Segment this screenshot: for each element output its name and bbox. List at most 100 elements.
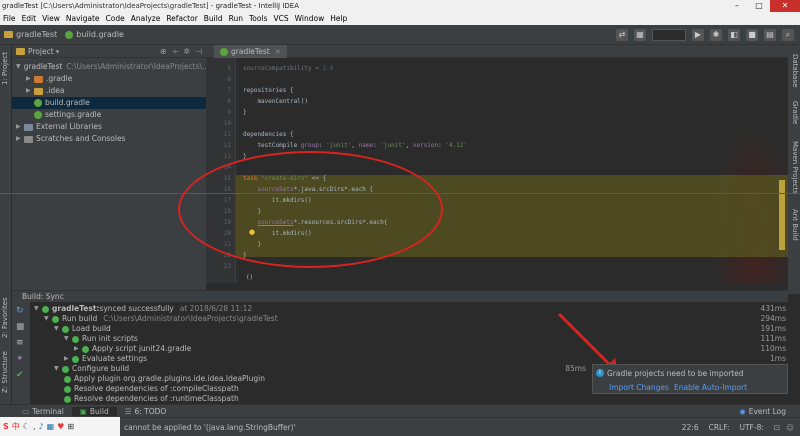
build-row[interactable]: ▼ Run build C:\Users\Administrator\IdeaP… <box>44 314 278 324</box>
chevron-down-icon[interactable]: ▼ <box>64 334 72 344</box>
minimize-icon[interactable]: – <box>726 0 748 12</box>
import-changes-link[interactable]: Import Changes <box>609 383 669 392</box>
chevron-right-icon[interactable]: ▶ <box>16 133 24 145</box>
inspector-icon[interactable]: ☺ <box>786 423 794 432</box>
chevron-down-icon[interactable]: ▼ <box>34 304 42 314</box>
tab-event-log[interactable]: ◉ Event Log <box>731 407 794 416</box>
menu-analyze[interactable]: Analyze <box>131 12 161 25</box>
tab-todo[interactable]: ☰ 6: TODO <box>117 407 175 416</box>
tab-project[interactable]: 1: Project <box>1 49 11 89</box>
menu-code[interactable]: Code <box>106 12 125 25</box>
breadcrumb-file[interactable]: build.gradle <box>65 30 124 39</box>
breadcrumb-project[interactable]: gradleTest <box>4 30 57 39</box>
menu-window[interactable]: Window <box>295 12 325 25</box>
menu-view[interactable]: View <box>42 12 60 25</box>
code-line: mavenCentral() <box>243 98 309 105</box>
build-row[interactable]: Resolve dependencies of :runtimeClasspat… <box>64 394 239 404</box>
enable-auto-import-link[interactable]: Enable Auto-Import <box>674 383 747 392</box>
build-row[interactable]: ▶ Evaluate settings <box>64 354 147 364</box>
chevron-down-icon[interactable]: ▼ <box>44 314 52 324</box>
search-icon[interactable]: ⌕ <box>782 29 794 41</box>
sync-icon[interactable]: ⊕ <box>160 47 167 56</box>
project-panel-title[interactable]: Project <box>28 47 54 56</box>
tree-item-settings-gradle[interactable]: settings.gradle <box>34 109 101 121</box>
tree-item-gradle-dir[interactable]: ▶ .gradle <box>26 73 72 85</box>
collapse-icon[interactable]: ÷ <box>172 47 179 56</box>
maximize-icon[interactable]: □ <box>748 0 770 12</box>
menu-edit[interactable]: Edit <box>22 12 37 25</box>
chevron-right-icon[interactable]: ▶ <box>26 85 34 97</box>
ime-keyboard-icon[interactable]: ▦ <box>47 422 55 431</box>
build-row[interactable]: Apply plugin org.gradle.plugins.ide.idea… <box>64 374 265 384</box>
tab-database[interactable]: Database <box>789 51 799 91</box>
ime-punct-icon[interactable]: , <box>33 422 36 431</box>
build-row[interactable]: ▶ Apply script junit24.gradle <box>74 344 191 354</box>
translate-icon[interactable]: ⇄ <box>616 29 628 41</box>
line-separator[interactable]: CRLF: <box>709 423 730 432</box>
gear-icon[interactable]: ✲ <box>183 47 190 56</box>
stop-icon[interactable]: ■ <box>16 322 25 332</box>
tree-item-scratches[interactable]: ▶ Scratches and Consoles <box>16 133 125 145</box>
menu-vcs[interactable]: VCS <box>273 12 288 25</box>
build-row[interactable]: ▼ gradleTest: synced successfully at 201… <box>34 304 252 314</box>
project-structure-icon[interactable]: ▤ <box>764 29 776 41</box>
tree-item-root[interactable]: ▼ gradleTest C:\Users\Administrator\Idea… <box>16 61 209 73</box>
tab-maven-projects[interactable]: Maven Projects <box>789 137 799 199</box>
chevron-right-icon[interactable]: ▶ <box>74 344 82 354</box>
build-row[interactable]: Resolve dependencies of :compileClasspat… <box>64 384 239 394</box>
tab-ant-build[interactable]: Ant Build <box>789 205 799 245</box>
build-row[interactable]: ▼ Load build <box>54 324 111 334</box>
ime-moon-icon[interactable]: ☾ <box>23 422 30 431</box>
menu-refactor[interactable]: Refactor <box>166 12 197 25</box>
tab-gradle[interactable]: Gradle <box>789 97 799 129</box>
pin-icon[interactable]: ✦ <box>16 354 24 364</box>
menu-tools[interactable]: Tools <box>249 12 267 25</box>
ime-chinese-icon[interactable]: 中 <box>12 421 20 432</box>
chevron-down-icon[interactable]: ▼ <box>16 61 21 73</box>
chevron-down-icon[interactable]: ▼ <box>54 364 62 374</box>
calendar-icon[interactable]: ▦ <box>634 29 646 41</box>
debug-icon[interactable]: ✱ <box>710 29 722 41</box>
tree-item-external-libraries[interactable]: ▶ External Libraries <box>16 121 102 133</box>
cursor-position[interactable]: 22:6 <box>682 423 699 432</box>
tab-favorites[interactable]: 2: Favorites <box>1 295 11 340</box>
menu-help[interactable]: Help <box>330 12 347 25</box>
run-config-select[interactable] <box>652 29 686 41</box>
tab-build[interactable]: ▣ Build <box>71 406 117 416</box>
ime-grid-icon[interactable]: ⊞ <box>67 422 74 431</box>
coverage-icon[interactable]: ◧ <box>728 29 740 41</box>
library-icon <box>24 123 33 131</box>
menu-run[interactable]: Run <box>229 12 243 25</box>
ime-mic-icon[interactable]: ♪ <box>38 422 43 431</box>
tree-icon[interactable]: ≡ <box>16 338 24 348</box>
chevron-right-icon[interactable]: ▶ <box>64 354 72 364</box>
tree-item-idea-dir[interactable]: ▶ .idea <box>26 85 64 97</box>
hide-icon[interactable]: ⊣ <box>195 47 202 56</box>
scrollbar-marker[interactable] <box>779 180 785 250</box>
build-panel-title[interactable]: Build: Sync <box>22 292 64 301</box>
sogou-icon[interactable]: S <box>3 422 9 431</box>
run-icon[interactable]: ▶ <box>692 29 704 41</box>
tab-structure[interactable]: Z: Structure <box>1 350 11 395</box>
build-row[interactable]: ▼ Run init scripts <box>64 334 138 344</box>
menu-navigate[interactable]: Navigate <box>66 12 100 25</box>
menu-build[interactable]: Build <box>204 12 223 25</box>
chevron-right-icon[interactable]: ▶ <box>26 73 34 85</box>
check-icon[interactable]: ✔ <box>16 370 24 380</box>
tree-item-build-gradle[interactable]: build.gradle <box>12 97 206 109</box>
close-icon[interactable]: ✕ <box>770 0 800 12</box>
file-encoding[interactable]: UTF-8: <box>739 423 763 432</box>
close-icon[interactable]: × <box>275 47 281 56</box>
chevron-right-icon[interactable]: ▶ <box>16 121 24 133</box>
refresh-icon[interactable]: ↻ <box>16 306 24 316</box>
chevron-down-icon[interactable]: ▼ <box>54 324 62 334</box>
tab-terminal[interactable]: ▭ Terminal <box>14 407 72 416</box>
lock-icon[interactable]: ⊡ <box>774 423 780 432</box>
menu-file[interactable]: File <box>3 12 16 25</box>
editor-tab[interactable]: gradleTest × <box>214 45 287 58</box>
chevron-down-icon[interactable]: ▾ <box>56 47 60 56</box>
build-row[interactable]: ▼ Configure build <box>54 364 129 374</box>
stop-icon[interactable]: ■ <box>746 29 758 41</box>
ime-skin-icon[interactable]: ♥ <box>57 422 64 431</box>
build-row-time: 294ms <box>760 314 786 323</box>
